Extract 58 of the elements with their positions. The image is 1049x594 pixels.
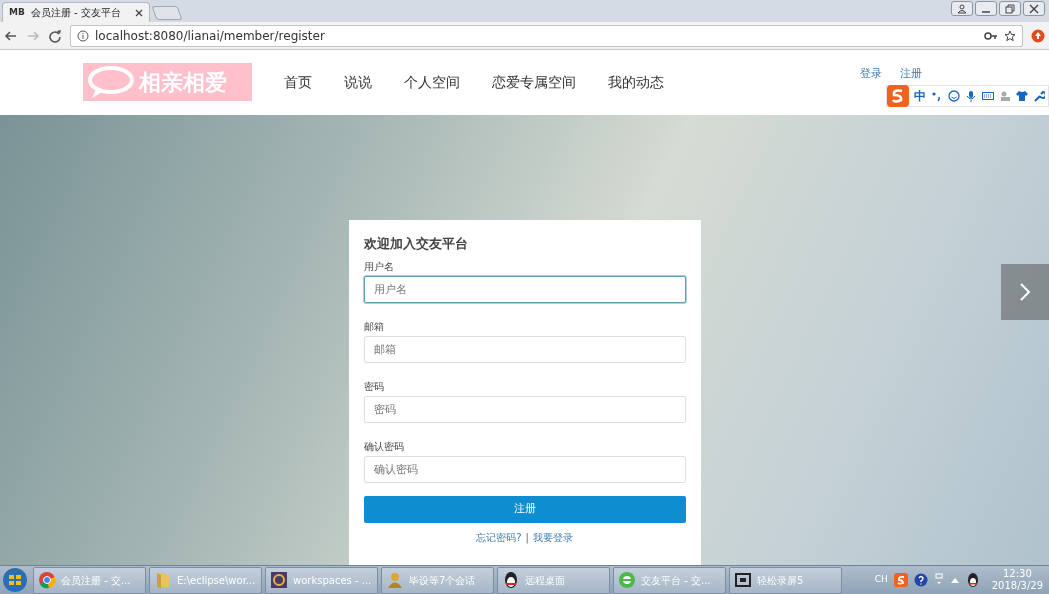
taskbar-label: E:\eclipse\wor... (177, 573, 256, 588)
address-text: localhost:8080/lianai/member/register (95, 27, 326, 45)
folder-icon (154, 571, 172, 589)
text-link[interactable]: 我要登录 (532, 530, 573, 545)
text-link[interactable]: 忘记密码? (476, 530, 522, 545)
help-icon[interactable] (913, 573, 928, 587)
smiley-icon[interactable] (948, 90, 960, 102)
ime-mode[interactable]: 中 (914, 87, 926, 105)
restore-icon[interactable] (1005, 3, 1015, 14)
taskbar-label: 会员注册 - 交... (61, 573, 131, 588)
reload-icon[interactable] (48, 28, 62, 43)
star-icon[interactable] (1004, 29, 1016, 42)
chrome-icon (38, 571, 56, 589)
ime-toolbar[interactable]: 中 (886, 85, 1049, 107)
start-button[interactable] (0, 566, 30, 594)
address-field[interactable]: localhost:8080/lianai/member/register (70, 24, 1023, 47)
nav-link[interactable]: 首页 (284, 71, 312, 93)
input-field[interactable]: 用户名 (363, 276, 686, 304)
close-icon[interactable] (135, 8, 143, 17)
punctuation-icon[interactable] (931, 90, 943, 102)
keyboard-icon[interactable] (982, 90, 994, 102)
browser-tab[interactable]: MB 会员注册 - 交友平台 (2, 2, 150, 22)
penguin-icon (502, 571, 520, 589)
nav-link[interactable]: 我的动态 (608, 71, 664, 93)
tab-title: 会员注册 - 交友平台 (30, 6, 122, 20)
extension-icon[interactable] (1031, 28, 1045, 43)
speech-bubble-icon (87, 65, 135, 100)
chevron-right-icon (1019, 281, 1031, 302)
form-title: 欢迎加入交友平台 (363, 234, 469, 253)
nav-link[interactable]: 说说 (344, 71, 372, 93)
taskbar-label: 轻松录屏5 (757, 573, 804, 588)
ime-logo-icon (887, 85, 909, 107)
taskbar-label: 交友平台 - 交... (641, 573, 711, 588)
separator: | (525, 531, 529, 545)
key-icon[interactable] (984, 30, 998, 41)
field-label: 邮箱 (363, 320, 385, 335)
penguin-icon[interactable] (965, 572, 980, 588)
nav-link[interactable]: 登录 (860, 66, 882, 83)
taskbar-label: workspaces - ... (293, 573, 372, 588)
field-label: 密码 (363, 380, 385, 395)
user-icon[interactable] (957, 3, 967, 14)
register-button[interactable]: 注册 (363, 496, 686, 523)
info-icon (77, 29, 89, 42)
field-label: 用户名 (363, 260, 395, 275)
nav-link[interactable]: 恋爱专属空间 (492, 71, 576, 93)
close-icon[interactable] (1029, 3, 1039, 14)
favicon-label: MB (9, 5, 25, 19)
nav-link[interactable]: 个人空间 (404, 71, 460, 93)
windows-logo-icon (2, 567, 28, 593)
back-icon[interactable] (4, 28, 18, 43)
microphone-icon[interactable] (965, 90, 977, 102)
taskbar-label: 毕设等7个会话 (409, 573, 476, 588)
logo-text: 相亲相爱 (139, 68, 227, 97)
shirt-icon[interactable] (1016, 90, 1028, 102)
ime-icon[interactable] (893, 573, 908, 587)
nav-link[interactable]: 注册 (900, 66, 922, 83)
taskbar-label: 远程桌面 (525, 573, 565, 588)
field-label: 确认密码 (363, 440, 405, 455)
